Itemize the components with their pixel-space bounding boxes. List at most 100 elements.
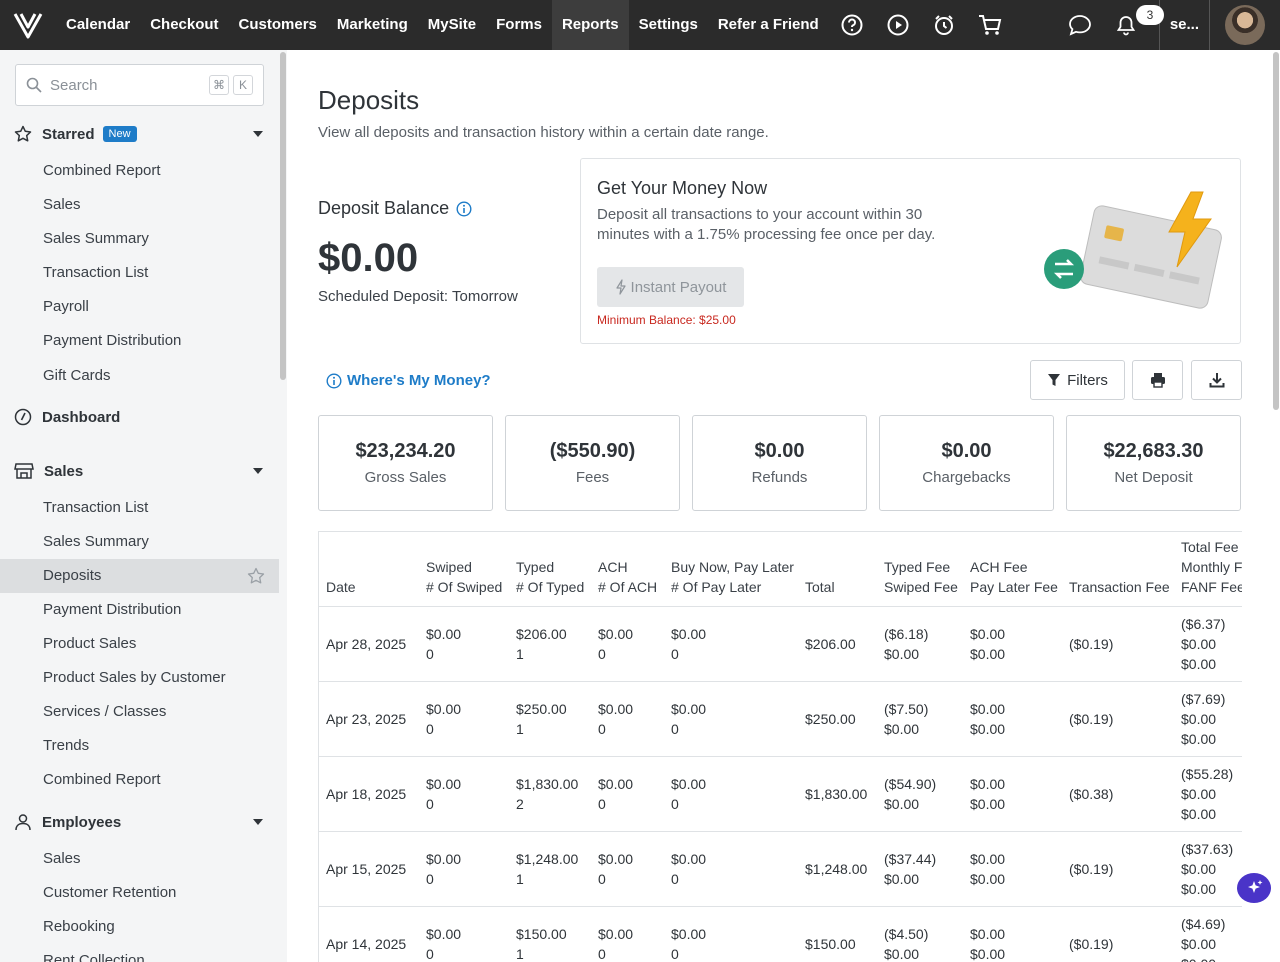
nav-marketing[interactable]: Marketing xyxy=(327,0,418,50)
cell-transaction-fee: ($0.19) xyxy=(1069,936,1114,952)
minimum-balance-note: Minimum Balance: $25.00 xyxy=(597,313,736,327)
table-row[interactable]: Apr 14, 2025 $0.00 0 $150.00 1 $0.00 0 $… xyxy=(319,907,1242,962)
sidebar-item-combined-report[interactable]: Combined Report xyxy=(0,154,279,188)
col-swiped-fee[interactable]: Swiped Fee xyxy=(884,577,958,597)
sidebar-item-transaction-list[interactable]: Transaction List xyxy=(0,256,279,290)
chat-icon[interactable] xyxy=(1057,0,1103,50)
cell-swiped: $0.00 xyxy=(426,851,462,867)
table-row[interactable]: Apr 18, 2025 $0.00 0 $1,830.00 2 $0.00 0… xyxy=(319,757,1242,832)
instant-payout-button[interactable]: Instant Payout xyxy=(597,267,744,307)
col-fanf-fee[interactable]: FANF Fee xyxy=(1181,577,1242,597)
filters-button[interactable]: Filters xyxy=(1030,360,1125,400)
cell-swiped-count: 0 xyxy=(426,796,434,812)
avatar[interactable] xyxy=(1225,5,1265,45)
table-row[interactable]: Apr 28, 2025 $0.00 0 $206.00 1 $0.00 0 $… xyxy=(319,607,1242,682)
sidebar-item-sales[interactable]: Sales xyxy=(0,188,279,222)
sidebar-item-employee-sales[interactable]: Sales xyxy=(0,842,279,876)
sidebar-item-payment-distribution[interactable]: Payment Distribution xyxy=(0,593,279,627)
sidebar-item-product-sales-by-customer[interactable]: Product Sales by Customer xyxy=(0,661,279,695)
sidebar-item-trends[interactable]: Trends xyxy=(0,729,279,763)
cell-typed-count: 1 xyxy=(516,946,524,962)
nav-calendar[interactable]: Calendar xyxy=(56,0,140,50)
cell-date: Apr 18, 2025 xyxy=(326,786,407,802)
nav-customers[interactable]: Customers xyxy=(229,0,327,50)
col-monthly-fee[interactable]: Monthly F xyxy=(1181,557,1242,577)
col-swiped-count[interactable]: # Of Swiped xyxy=(426,577,502,597)
promo-text: Deposit all transactions to your account… xyxy=(597,206,936,243)
nav-settings[interactable]: Settings xyxy=(629,0,708,50)
col-transaction-fee[interactable]: Transaction Fee xyxy=(1069,577,1170,597)
table-row[interactable]: Apr 23, 2025 $0.00 0 $250.00 1 $0.00 0 $… xyxy=(319,682,1242,757)
col-typed[interactable]: Typed xyxy=(516,557,554,577)
page-scrollbar-thumb[interactable] xyxy=(1273,52,1279,410)
cell-fanf-fee: $0.00 xyxy=(1181,806,1217,822)
col-ach-fee[interactable]: ACH Fee xyxy=(970,557,1028,577)
cell-date: Apr 28, 2025 xyxy=(326,636,407,652)
section-employees[interactable]: Employees xyxy=(0,805,279,839)
col-typed-fee[interactable]: Typed Fee xyxy=(884,557,950,577)
cell-swiped-count: 0 xyxy=(426,946,434,962)
col-typed-count[interactable]: # Of Typed xyxy=(516,577,584,597)
wheres-my-money-link[interactable]: Where's My Money? xyxy=(326,372,491,389)
sidebar-item-sales-summary[interactable]: Sales Summary xyxy=(0,222,279,256)
nav-mysite[interactable]: MySite xyxy=(418,0,486,50)
alarm-clock-icon[interactable] xyxy=(921,0,967,50)
nav-checkout[interactable]: Checkout xyxy=(140,0,228,50)
cell-pay-later-fee: $0.00 xyxy=(970,721,1006,737)
cell-swiped-fee: $0.00 xyxy=(884,796,920,812)
cell-typed-count: 1 xyxy=(516,721,524,737)
col-total[interactable]: Total xyxy=(805,577,835,597)
cell-swiped-fee: $0.00 xyxy=(884,871,920,887)
sidebar-item-transaction-list[interactable]: Transaction List xyxy=(0,491,279,525)
print-button[interactable] xyxy=(1132,360,1183,400)
col-date[interactable]: Date xyxy=(326,577,356,597)
nav-refer-a-friend[interactable]: Refer a Friend xyxy=(708,0,829,50)
sidebar-item-rebooking[interactable]: Rebooking xyxy=(0,910,279,944)
col-bnpl[interactable]: Buy Now, Pay Later xyxy=(671,557,794,577)
sidebar-item-deposits[interactable]: Deposits xyxy=(0,559,279,593)
cell-monthly-fee: $0.00 xyxy=(1181,636,1217,652)
cell-total-fee: ($6.37) xyxy=(1181,616,1226,632)
section-dashboard[interactable]: Dashboard xyxy=(0,400,279,434)
person-icon xyxy=(15,814,31,831)
cart-icon[interactable] xyxy=(967,0,1013,50)
sidebar-item-rent-collection[interactable]: Rent Collection xyxy=(0,944,279,962)
section-sales[interactable]: Sales xyxy=(0,454,279,488)
ai-assistant-button[interactable] xyxy=(1237,873,1271,903)
cell-total-fee: ($7.69) xyxy=(1181,691,1226,707)
col-ach-count[interactable]: # Of ACH xyxy=(598,577,657,597)
col-ach[interactable]: ACH xyxy=(598,557,628,577)
sidebar-item-customer-retention[interactable]: Customer Retention xyxy=(0,876,279,910)
help-icon[interactable] xyxy=(829,0,875,50)
col-total-fee[interactable]: Total Fee xyxy=(1181,537,1239,557)
sidebar-search[interactable]: Search ⌘ K xyxy=(15,64,264,106)
cell-swiped-fee: $0.00 xyxy=(884,721,920,737)
sidebar-scrollbar-thumb[interactable] xyxy=(280,52,286,380)
sidebar-item-combined-report[interactable]: Combined Report xyxy=(0,763,279,797)
vagaro-logo-icon[interactable] xyxy=(0,0,56,50)
info-icon[interactable] xyxy=(456,200,472,217)
sidebar-item-product-sales[interactable]: Product Sales xyxy=(0,627,279,661)
col-swiped[interactable]: Swiped xyxy=(426,557,472,577)
cell-date: Apr 23, 2025 xyxy=(326,711,407,727)
star-outline-icon[interactable] xyxy=(247,567,265,585)
col-bnpl-count[interactable]: # Of Pay Later xyxy=(671,577,761,597)
nav-forms[interactable]: Forms xyxy=(486,0,552,50)
play-video-icon[interactable] xyxy=(875,0,921,50)
section-starred[interactable]: Starred New xyxy=(0,117,279,151)
cell-ach-count: 0 xyxy=(598,871,606,887)
sidebar-item-payment-distribution[interactable]: Payment Distribution xyxy=(0,324,279,358)
stat-label: Refunds xyxy=(751,469,808,486)
col-pay-later-fee[interactable]: Pay Later Fee xyxy=(970,577,1058,597)
sidebar-item-payroll[interactable]: Payroll xyxy=(0,290,279,324)
sidebar-item-services-classes[interactable]: Services / Classes xyxy=(0,695,279,729)
sidebar-item-gift-cards[interactable]: Gift Cards xyxy=(0,359,279,393)
stat-fees: ($550.90) Fees xyxy=(505,415,680,511)
user-menu[interactable]: se... xyxy=(1158,0,1210,50)
search-input[interactable]: Search xyxy=(50,77,205,94)
sidebar-item-sales-summary[interactable]: Sales Summary xyxy=(0,525,279,559)
download-button[interactable] xyxy=(1191,360,1242,400)
cell-total-fee: ($4.69) xyxy=(1181,916,1226,932)
nav-reports[interactable]: Reports xyxy=(551,0,629,50)
table-row[interactable]: Apr 15, 2025 $0.00 0 $1,248.00 1 $0.00 0… xyxy=(319,832,1242,907)
